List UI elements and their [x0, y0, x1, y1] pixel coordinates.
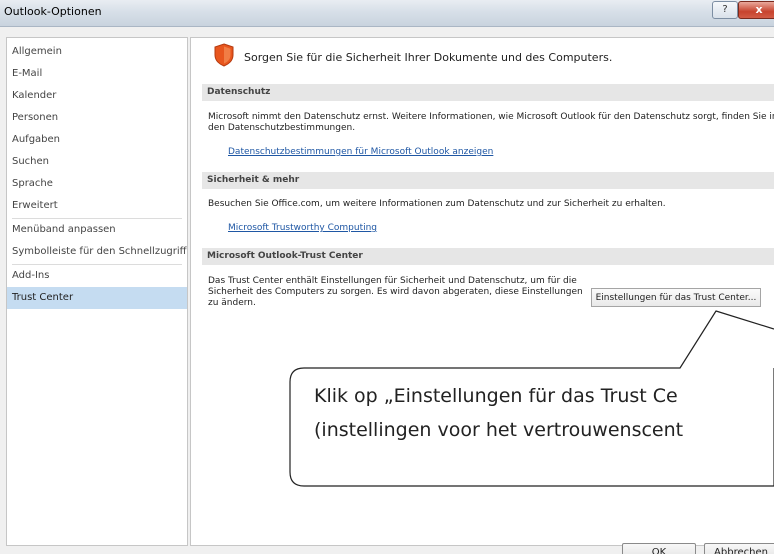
sidebar-item-kalender[interactable]: Kalender	[7, 85, 187, 107]
shield-icon	[214, 43, 234, 67]
section-sicherheit-header: Sicherheit & mehr	[202, 172, 774, 189]
sidebar-item-sprache[interactable]: Sprache	[7, 173, 187, 195]
section-trust-center-header: Microsoft Outlook-Trust Center	[202, 248, 774, 265]
sidebar-item-erweitert[interactable]: Erweitert	[7, 195, 187, 217]
datenschutz-text: Microsoft nimmt den Datenschutz ernst. W…	[208, 112, 774, 133]
sidebar-item-allgemein[interactable]: Allgemein	[7, 41, 187, 63]
trustworthy-computing-link[interactable]: Microsoft Trustworthy Computing	[228, 223, 377, 233]
help-button[interactable]: ?	[712, 1, 738, 19]
sidebar-item-personen[interactable]: Personen	[7, 107, 187, 129]
title-bar[interactable]: Outlook-Optionen ? x	[0, 0, 774, 27]
callout-line-1: Klik op „Einstellungen für das Trust Ce	[314, 385, 678, 407]
sidebar-item-menueband[interactable]: Menüband anpassen	[7, 219, 187, 241]
trust-center-panel: Sorgen Sie für die Sicherheit Ihrer Doku…	[190, 37, 774, 546]
trust-center-settings-button[interactable]: Einstellungen für das Trust Center...	[591, 288, 761, 307]
sidebar-item-schnellzugriff[interactable]: Symbolleiste für den Schnellzugriff	[7, 241, 187, 263]
sidebar-item-suchen[interactable]: Suchen	[7, 151, 187, 173]
options-sidebar: Allgemein E-Mail Kalender Personen Aufga…	[6, 37, 188, 546]
panel-heading: Sorgen Sie für die Sicherheit Ihrer Doku…	[244, 51, 613, 64]
sidebar-item-aufgaben[interactable]: Aufgaben	[7, 129, 187, 151]
sidebar-item-email[interactable]: E-Mail	[7, 63, 187, 85]
trust-center-text: Das Trust Center enthält Einstellungen f…	[208, 276, 583, 308]
window-title: Outlook-Optionen	[4, 5, 102, 18]
sidebar-item-trust-center[interactable]: Trust Center	[7, 287, 187, 309]
section-datenschutz-header: Datenschutz	[202, 84, 774, 101]
outlook-options-dialog: Outlook-Optionen ? x Allgemein E-Mail Ka…	[0, 0, 774, 554]
privacy-statement-link[interactable]: Datenschutzbestimmungen für Microsoft Ou…	[228, 147, 493, 157]
sidebar-item-addins[interactable]: Add-Ins	[7, 265, 187, 287]
cancel-button[interactable]: Abbrechen	[704, 543, 774, 554]
sicherheit-text: Besuchen Sie Office.com, um weitere Info…	[208, 199, 666, 209]
callout-line-2: (instellingen voor het vertrouwenscent	[314, 419, 684, 441]
close-button[interactable]: x	[738, 1, 774, 19]
ok-button[interactable]: OK	[622, 543, 696, 554]
